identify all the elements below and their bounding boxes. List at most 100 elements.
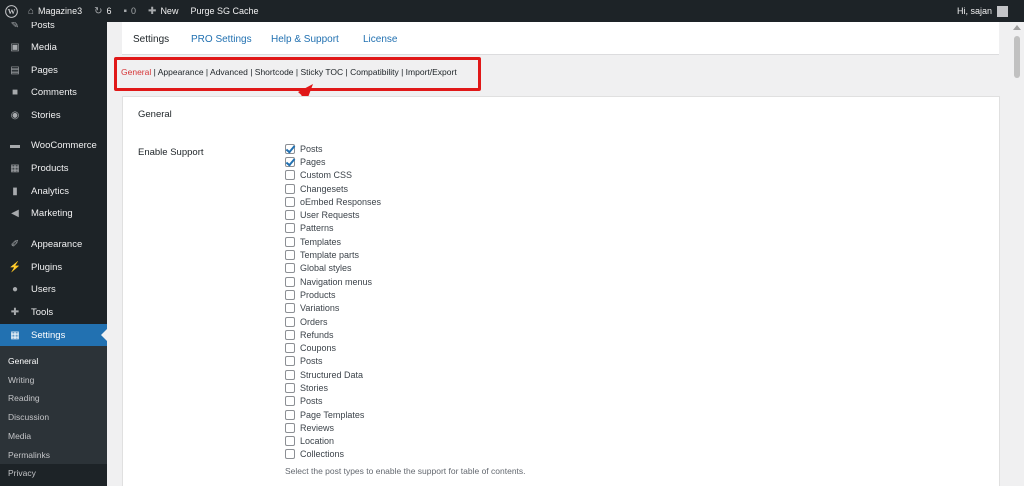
checkbox[interactable] — [285, 250, 295, 261]
sidebar-item-comments[interactable]: ■ Comments — [0, 81, 107, 103]
checkbox-label: Custom CSS — [300, 170, 353, 181]
updates-link[interactable]: ↻ 6 — [88, 0, 117, 22]
checkbox-label: Refunds — [300, 329, 334, 340]
tab-help-support[interactable]: Help & Support — [271, 34, 339, 45]
checkbox-row-location[interactable]: Location — [285, 435, 381, 448]
checkbox-row-user-requests[interactable]: User Requests — [285, 208, 381, 221]
checkbox-row-patterns[interactable]: Patterns — [285, 222, 381, 235]
checkbox[interactable] — [285, 170, 295, 181]
checkbox-row-posts-3[interactable]: Posts — [285, 395, 381, 408]
checkbox-row-reviews[interactable]: Reviews — [285, 421, 381, 434]
checkbox[interactable] — [285, 436, 295, 447]
checkbox[interactable] — [285, 263, 295, 274]
comments-link[interactable]: ▪ 0 — [117, 0, 142, 22]
home-icon: ⌂ — [28, 5, 35, 17]
page-scrollbar[interactable] — [1010, 22, 1024, 486]
checkbox[interactable] — [285, 422, 295, 433]
checkbox-label: Navigation menus — [300, 276, 373, 287]
submenu-item-media[interactable]: Media — [8, 431, 31, 441]
submenu-item-discussion[interactable]: Discussion — [8, 412, 49, 422]
submenu-item-writing[interactable]: Writing — [8, 375, 34, 385]
checkbox[interactable] — [285, 356, 295, 367]
sidebar-item-marketing[interactable]: ◀ Marketing — [0, 202, 107, 224]
help-text: Select the post types to enable the supp… — [285, 466, 526, 476]
new-content-link[interactable]: ✚ New — [142, 0, 184, 22]
sidebar-item-plugins[interactable]: ⚡ Plugins — [0, 256, 107, 278]
submenu-item-general[interactable]: General — [8, 356, 38, 366]
sidebar-item-woocommerce[interactable]: ▬ WooCommerce — [0, 134, 107, 156]
admin-bar: W ⌂ Magazine3 ↻ 6 ▪ 0 ✚ New Purge SG Cac… — [0, 0, 1024, 22]
sidebar-item-stories[interactable]: ◉ Stories — [0, 104, 107, 126]
checkbox[interactable] — [285, 343, 295, 354]
sidebar-item-label: Settings — [31, 329, 66, 341]
scroll-up-arrow-icon[interactable] — [1013, 25, 1021, 30]
checkbox-row-posts-2[interactable]: Posts — [285, 355, 381, 368]
checkbox-row-page-templates[interactable]: Page Templates — [285, 408, 381, 421]
checkbox[interactable] — [285, 183, 295, 194]
sidebar-item-products[interactable]: ▦ Products — [0, 157, 107, 179]
sidebar-item-pages[interactable]: ▤ Pages — [0, 59, 107, 81]
section-title: General — [138, 109, 172, 120]
checkbox-row-changesets[interactable]: Changesets — [285, 182, 381, 195]
checkbox-row-templates[interactable]: Templates — [285, 235, 381, 248]
pages-icon: ▤ — [10, 64, 20, 76]
settings-submenu: General Writing Reading Discussion Media… — [0, 346, 107, 478]
checkbox[interactable] — [285, 329, 295, 340]
sidebar-item-settings[interactable]: ▦ Settings — [0, 324, 107, 346]
checkbox-row-navigation-menus[interactable]: Navigation menus — [285, 275, 381, 288]
checkbox-row-oembed[interactable]: oEmbed Responses — [285, 195, 381, 208]
my-account-link[interactable]: Hi, sajan — [951, 0, 1024, 22]
checkbox-row-global-styles[interactable]: Global styles — [285, 262, 381, 275]
checkbox[interactable] — [285, 369, 295, 380]
checkbox-row-collections[interactable]: Collections — [285, 448, 381, 461]
checkbox-row-variations[interactable]: Variations — [285, 302, 381, 315]
sidebar-item-appearance[interactable]: ✐ Appearance — [0, 233, 107, 255]
checkbox[interactable] — [285, 316, 295, 327]
checkbox[interactable] — [285, 236, 295, 247]
checkbox[interactable] — [285, 409, 295, 420]
checkbox-row-orders[interactable]: Orders — [285, 315, 381, 328]
submenu-item-reading[interactable]: Reading — [8, 393, 40, 403]
purge-cache-link[interactable]: Purge SG Cache — [184, 0, 264, 22]
tab-license[interactable]: License — [363, 34, 397, 45]
sidebar-item-analytics[interactable]: ▮ Analytics — [0, 180, 107, 202]
checkbox-label: Location — [300, 436, 335, 447]
checkbox-row-stories[interactable]: Stories — [285, 381, 381, 394]
checkbox-row-structured-data[interactable]: Structured Data — [285, 368, 381, 381]
checkbox[interactable] — [285, 303, 295, 314]
checkbox[interactable] — [285, 156, 295, 167]
sidebar-item-media[interactable]: ▣ Media — [0, 36, 107, 58]
checkbox-row-pages[interactable]: Pages — [285, 155, 381, 168]
checkbox-row-template-parts[interactable]: Template parts — [285, 248, 381, 261]
sidebar-item-label: Appearance — [31, 238, 83, 250]
tab-pro-settings[interactable]: PRO Settings — [191, 34, 252, 45]
checkbox-row-posts[interactable]: Posts — [285, 142, 381, 155]
checkbox[interactable] — [285, 223, 295, 234]
sidebar-item-label: Products — [31, 162, 69, 174]
checkbox-row-custom-css[interactable]: Custom CSS — [285, 169, 381, 182]
checkbox[interactable] — [285, 276, 295, 287]
checkbox[interactable] — [285, 143, 295, 154]
submenu-item-privacy[interactable]: Privacy — [8, 468, 36, 478]
checkbox[interactable] — [285, 382, 295, 393]
media-icon: ▣ — [10, 41, 20, 53]
checkbox[interactable] — [285, 396, 295, 407]
sidebar-item-label: Plugins — [31, 261, 63, 273]
checkbox[interactable] — [285, 210, 295, 221]
tab-settings[interactable]: Settings — [133, 34, 169, 45]
checkbox-row-products[interactable]: Products — [285, 288, 381, 301]
scrollbar-thumb[interactable] — [1014, 36, 1020, 78]
checkbox-row-refunds[interactable]: Refunds — [285, 328, 381, 341]
sidebar-item-users[interactable]: ● Users — [0, 278, 107, 300]
checkbox[interactable] — [285, 449, 295, 460]
submenu-item-permalinks[interactable]: Permalinks — [8, 450, 50, 460]
checkbox-row-coupons[interactable]: Coupons — [285, 341, 381, 354]
wordpress-logo-icon[interactable]: W — [0, 0, 22, 22]
sidebar-item-tools[interactable]: ✚ Tools — [0, 301, 107, 323]
site-name-link[interactable]: ⌂ Magazine3 — [22, 0, 88, 22]
checkbox[interactable] — [285, 196, 295, 207]
checkbox-label: Coupons — [300, 343, 337, 354]
active-indicator — [101, 329, 107, 341]
checkbox[interactable] — [285, 289, 295, 300]
checkbox-label: Page Templates — [300, 409, 365, 420]
